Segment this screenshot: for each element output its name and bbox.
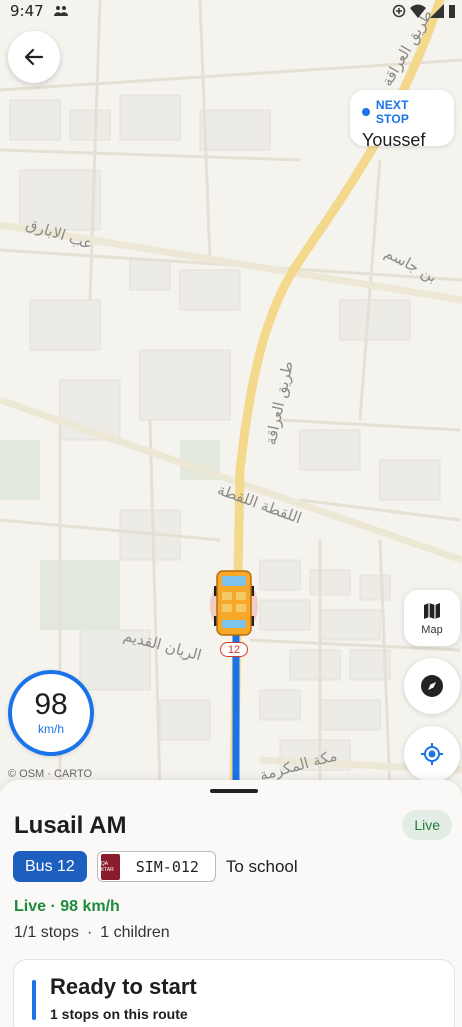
speed-value: 98 [34,688,68,721]
status-subtitle: 1 stops on this route [50,1006,188,1022]
status-title: Ready to start [50,974,197,999]
bus-chip: Bus 12 [13,851,87,882]
compass-button[interactable] [404,658,460,714]
sheet-drag-handle[interactable] [210,789,258,793]
next-stop-name: Youssef [362,130,426,150]
live-speed-text: Live · 98 km/h [14,898,120,915]
map-button-label: Map [421,623,443,636]
add-circle-icon [392,4,406,18]
speedometer: 98 km/h [8,670,94,756]
route-number-badge: 12 [220,642,248,657]
route-name: Lusail AM [14,812,127,839]
battery-icon [449,5,455,18]
wifi-icon [410,4,426,18]
my-location-button[interactable] [404,726,460,782]
arrow-back-icon [24,48,44,66]
bus-info-row: Bus 12 QA KTAR SIM-012 To school [13,851,298,882]
compass-icon [421,675,443,697]
next-stop-card[interactable]: NEXT STOP Youssef [350,90,454,150]
trip-bottom-sheet[interactable]: Lusail AM Live Bus 12 QA KTAR SIM-012 To… [0,780,462,1027]
plate-number: SIM-012 [135,857,199,876]
status-accent-bar [32,980,36,1020]
trip-status-card[interactable]: Ready to start 1 stops on this route [13,959,455,1027]
license-plate: QA KTAR SIM-012 [96,851,216,882]
my-location-icon [421,743,443,765]
status-time: 9:47 [10,2,44,20]
map-layer-button[interactable]: Map [404,590,460,646]
signal-icon [430,4,444,18]
stops-count: 1/1 stops [14,924,79,941]
children-count: 1 children [100,924,170,941]
status-bar: 9:47 [0,0,462,22]
map-attribution[interactable]: © OSM · CARTO [8,768,92,780]
speed-unit: km/h [37,722,64,736]
map-icon [424,602,440,619]
bus-marker-icon [210,570,258,636]
live-badge: Live [402,810,452,840]
separator: · [86,924,93,941]
plate-flag: QA KTAR [100,853,120,880]
trip-direction: To school [225,856,298,876]
next-stop-label: NEXT STOP [375,98,410,126]
back-button[interactable] [8,31,60,83]
next-stop-dot [362,108,370,116]
stops-summary: 1/1 stops · 1 children [14,924,170,942]
people-icon [53,6,68,16]
